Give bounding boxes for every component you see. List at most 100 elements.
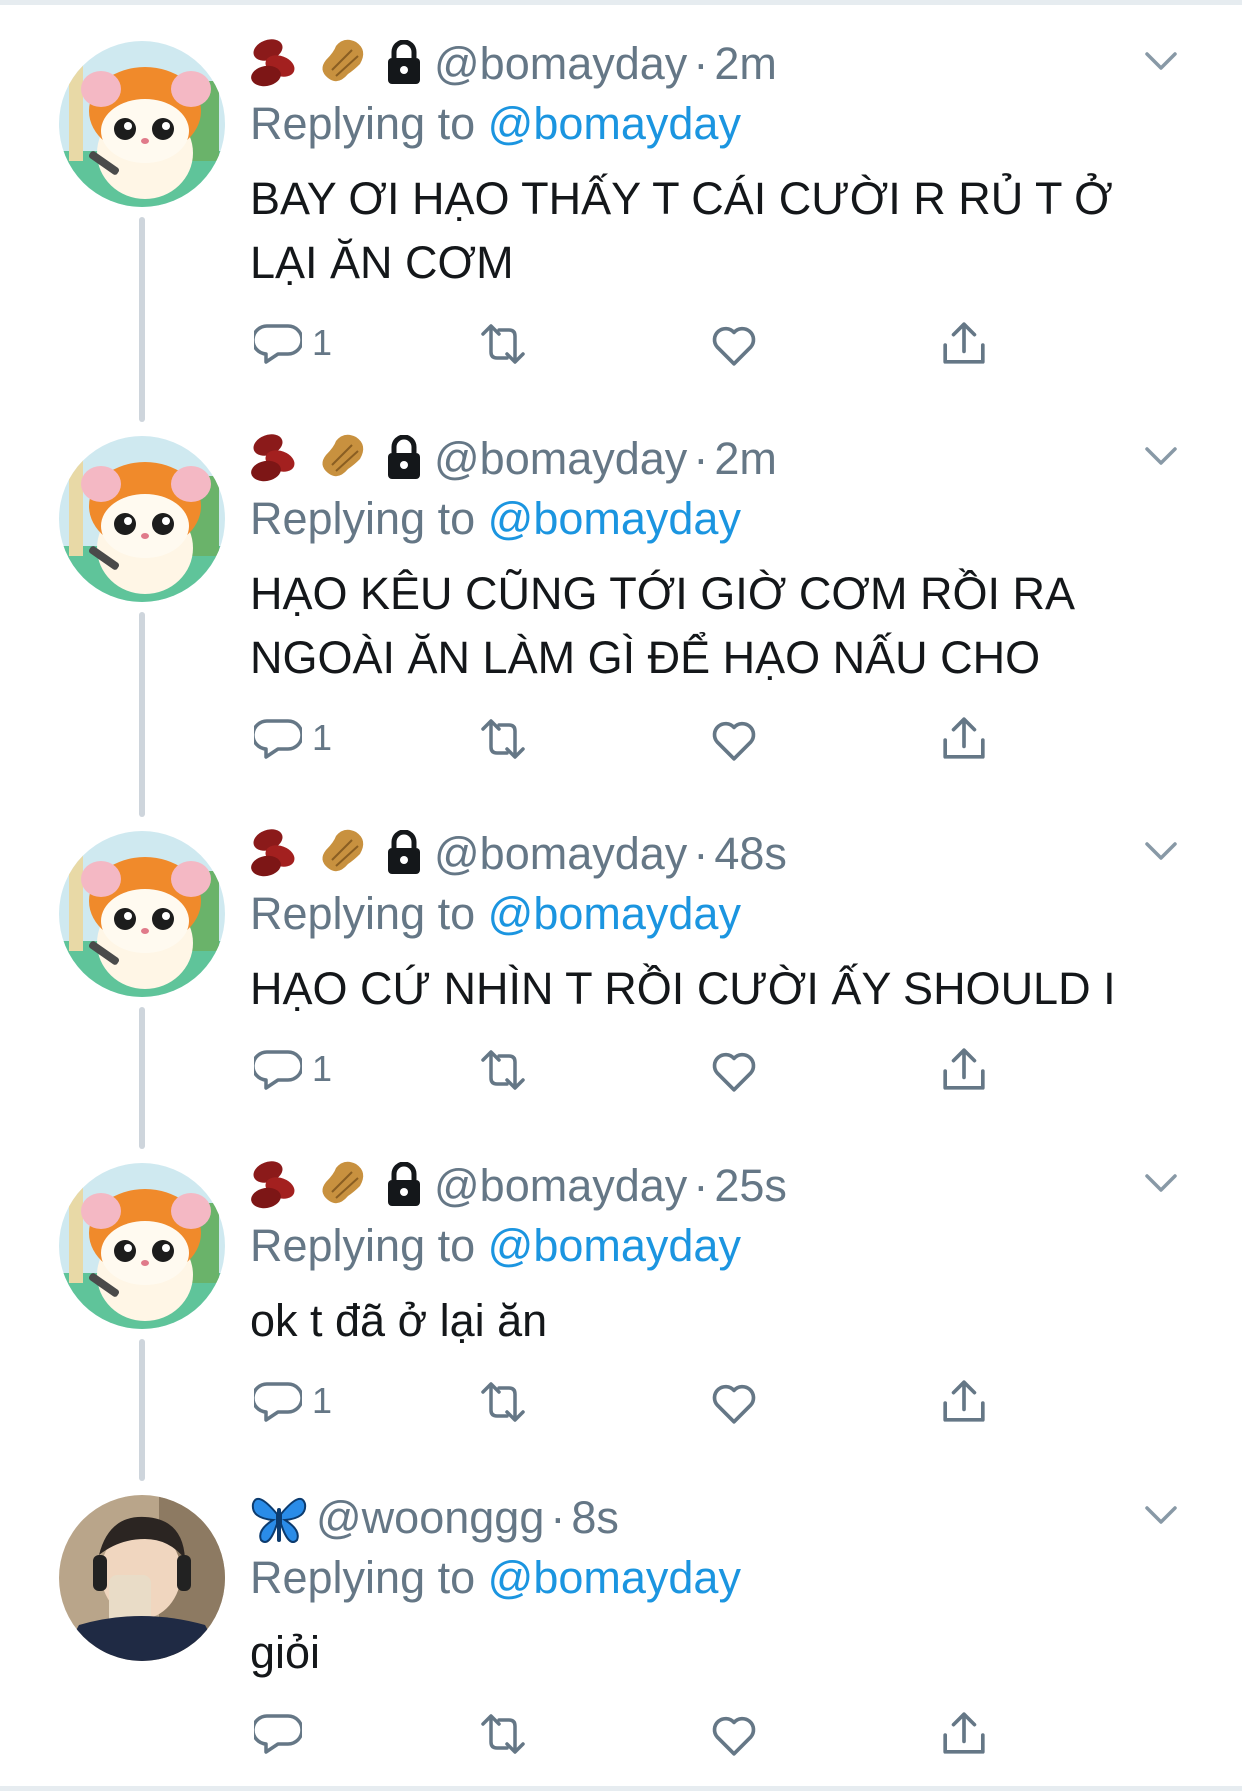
user-handle[interactable]: @bomayday (434, 828, 687, 880)
like-button[interactable] (711, 322, 757, 368)
beans-emoji (250, 826, 298, 879)
reply-button[interactable]: 1 (254, 715, 332, 761)
reply-mention-link[interactable]: @bomayday (488, 888, 741, 939)
peanut-emoji (321, 828, 365, 873)
replying-to-label: Replying to (250, 888, 476, 939)
thread-connector (139, 1007, 145, 1149)
heart-icon (712, 1384, 756, 1424)
avatar[interactable] (59, 436, 225, 602)
top-divider (0, 0, 1242, 5)
retweet-button[interactable] (477, 717, 529, 761)
reply-mention-link[interactable]: @bomayday (488, 98, 741, 149)
heart-icon (712, 1716, 756, 1756)
reply-button[interactable]: 1 (254, 320, 332, 366)
share-button[interactable] (941, 320, 987, 366)
avatar[interactable] (59, 41, 225, 207)
share-button[interactable] (941, 715, 987, 761)
share-button[interactable] (941, 1710, 987, 1756)
chevron-down-icon[interactable] (1143, 1170, 1179, 1196)
tweet-text: BAY ƠI HẠO THẤY T CÁI CƯỜI R RỦ T Ở LẠI … (250, 173, 1113, 288)
chevron-down-icon[interactable] (1143, 838, 1179, 864)
timestamp[interactable]: 25s (714, 1160, 787, 1212)
user-handle[interactable]: @woonggg (316, 1492, 544, 1544)
replying-to-line: Replying to @bomayday (250, 98, 741, 150)
reply-button[interactable]: 1 (254, 1046, 332, 1092)
reply-mention-link[interactable]: @bomayday (488, 1220, 741, 1271)
timestamp[interactable]: 8s (571, 1492, 619, 1544)
reply-mention-link[interactable]: @bomayday (488, 493, 741, 544)
avatar[interactable] (59, 831, 225, 997)
replying-to-label: Replying to (250, 1220, 476, 1271)
heart-icon (712, 721, 756, 761)
tweet-header: @bomayday · 25s (250, 1154, 787, 1218)
share-button[interactable] (941, 1378, 987, 1424)
tweet-text: ok t đã ở lại ăn (250, 1295, 548, 1346)
reply-count: 1 (312, 1380, 333, 1421)
reply-count: 1 (312, 322, 333, 363)
reply-icon (254, 1714, 302, 1754)
chevron-down-icon[interactable] (1143, 48, 1179, 74)
user-handle[interactable]: @bomayday (434, 38, 687, 90)
reply-button[interactable] (254, 1710, 312, 1756)
like-button[interactable] (711, 1712, 757, 1758)
reply-icon (254, 719, 302, 759)
chevron-down-icon[interactable] (1143, 443, 1179, 469)
retweet-button[interactable] (477, 1048, 529, 1092)
tweet-text: giỏi (250, 1627, 321, 1678)
thread-connector (139, 1339, 145, 1481)
heart-icon (712, 1052, 756, 1092)
avatar[interactable] (59, 1163, 225, 1329)
like-button[interactable] (711, 717, 757, 763)
timestamp[interactable]: 2m (714, 38, 777, 90)
butterfly-emoji (251, 1497, 307, 1543)
share-button[interactable] (941, 1046, 987, 1092)
tweet-text: HẠO CỨ NHÌN T RỒI CƯỜI ẤY SHOULD I (250, 963, 1116, 1014)
share-icon (943, 322, 985, 364)
like-button[interactable] (711, 1380, 757, 1426)
timestamp[interactable]: 48s (714, 828, 787, 880)
beans-emoji (250, 36, 298, 89)
timestamp[interactable]: 2m (714, 433, 777, 485)
reply-icon (254, 1382, 302, 1422)
reply-icon (254, 324, 302, 364)
meta-separator: · (693, 1160, 709, 1211)
chevron-down-icon[interactable] (1143, 1502, 1179, 1528)
meta-separator: · (550, 1492, 566, 1543)
share-icon (943, 1712, 985, 1754)
thread-connector (139, 217, 145, 422)
avatar[interactable] (59, 1495, 225, 1661)
peanut-emoji (321, 1160, 365, 1205)
lock-icon (382, 1162, 426, 1210)
user-handle[interactable]: @bomayday (434, 433, 687, 485)
retweet-button[interactable] (477, 1380, 529, 1424)
bottom-divider (0, 1786, 1242, 1791)
retweet-icon (481, 1714, 525, 1754)
retweet-icon (481, 719, 525, 759)
tweet-header: @bomayday · 2m (250, 32, 777, 96)
replying-to-line: Replying to @bomayday (250, 1220, 741, 1272)
beans-emoji (250, 431, 298, 484)
heart-icon (712, 326, 756, 366)
share-icon (943, 1048, 985, 1090)
reply-icon (254, 1050, 302, 1090)
reply-count: 1 (312, 717, 333, 758)
user-handle[interactable]: @bomayday (434, 1160, 687, 1212)
like-button[interactable] (711, 1048, 757, 1094)
retweet-button[interactable] (477, 322, 529, 366)
peanut-emoji (321, 38, 365, 83)
replying-to-line: Replying to @bomayday (250, 888, 741, 940)
retweet-icon (481, 324, 525, 364)
replying-to-label: Replying to (250, 493, 476, 544)
reply-button[interactable]: 1 (254, 1378, 332, 1424)
tweet-header: @bomayday · 2m (250, 427, 777, 491)
retweet-button[interactable] (477, 1712, 529, 1756)
lock-icon (382, 40, 426, 88)
thread-connector (139, 612, 145, 817)
peanut-emoji (321, 433, 365, 478)
retweet-icon (481, 1382, 525, 1422)
reply-count: 1 (312, 1048, 333, 1089)
lock-icon (382, 435, 426, 483)
meta-separator: · (693, 433, 709, 484)
share-icon (943, 717, 985, 759)
reply-mention-link[interactable]: @bomayday (488, 1552, 741, 1603)
